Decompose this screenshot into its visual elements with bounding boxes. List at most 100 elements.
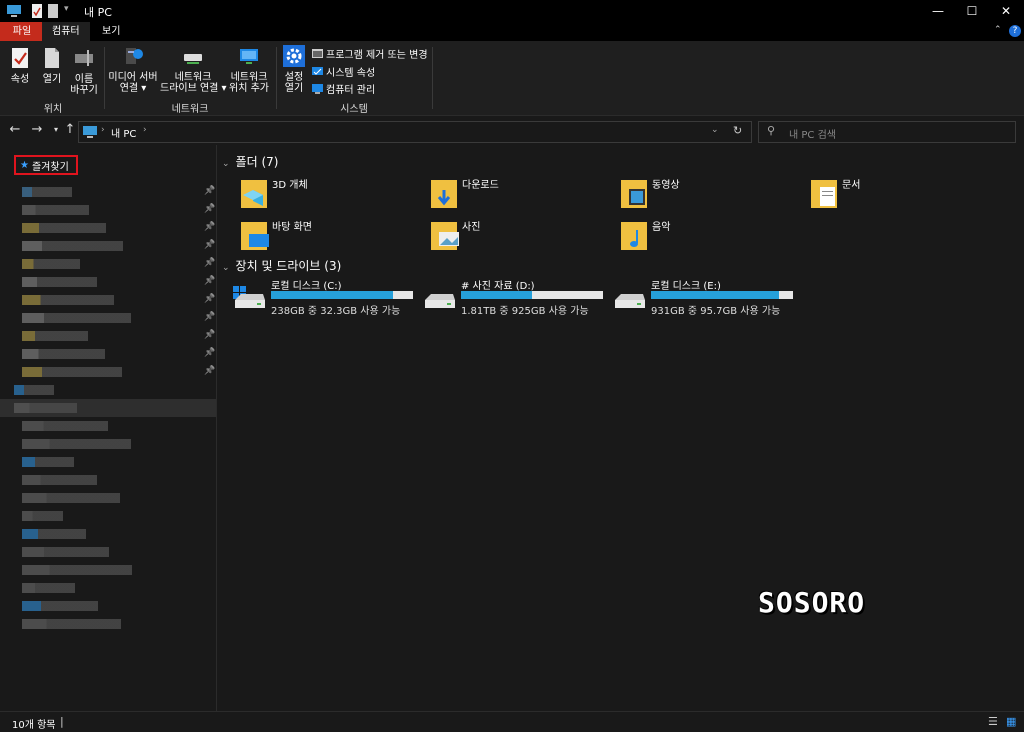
address-dropdown-icon[interactable]: ⌄ [711, 125, 719, 135]
blurred-item [22, 331, 88, 341]
folder-pictures[interactable]: 사진 [427, 218, 612, 256]
nav-pinned-item[interactable]: 📌 [0, 345, 216, 363]
details-view-icon[interactable]: ☰ [988, 715, 998, 728]
folders-header: 폴더 (7) [235, 155, 279, 169]
media-server-button[interactable]: 미디어 서버 연결 ▾ [108, 45, 158, 94]
breadcrumb-chevron[interactable]: › [143, 125, 147, 135]
properties-button[interactable]: 속성 [6, 47, 34, 85]
nav-pinned-item[interactable]: 📌 [0, 237, 216, 255]
nav-tree-item[interactable] [0, 597, 216, 615]
nav-pinned-item[interactable]: 📌 [0, 309, 216, 327]
pin-icon[interactable]: 📌 [204, 222, 215, 232]
network-location-icon [240, 49, 258, 64]
address-bar[interactable]: › 내 PC › ⌄ ↻ [78, 121, 752, 143]
map-network-drive-button[interactable]: 네트워크 드라이브 연결 ▾ [160, 45, 227, 94]
drive-item[interactable]: # 사진 자료 (D:) 1.81TB 중 925GB 사용 가능 [423, 278, 613, 317]
nav-tree-item[interactable] [0, 489, 216, 507]
pin-icon[interactable]: 📌 [204, 258, 215, 268]
nav-pinned-item[interactable]: 📌 [0, 273, 216, 291]
up-button[interactable]: ↑ [63, 122, 77, 137]
folder-downloads[interactable]: 다운로드 [427, 176, 612, 214]
nav-tree-item[interactable] [0, 615, 216, 633]
nav-tree-item[interactable] [0, 507, 216, 525]
nav-pinned-item[interactable]: 📌 [0, 183, 216, 201]
refresh-icon[interactable]: ↻ [733, 124, 742, 137]
group-divider [432, 47, 433, 109]
nav-pinned-item[interactable]: 📌 [0, 255, 216, 273]
quick-access-favorites[interactable]: ★ 즐겨찾기 [14, 155, 78, 175]
pin-icon[interactable]: 📌 [204, 186, 215, 196]
address-toolbar: ← → ▾ ↑ › 내 PC › ⌄ ↻ ⚲ 내 PC 검색 [0, 116, 1024, 144]
nav-tree-item[interactable] [0, 417, 216, 435]
folder-label: 사진 [462, 222, 481, 233]
folder-3d-objects[interactable]: 3D 개체 [237, 176, 422, 214]
nav-tree-item[interactable] [0, 399, 216, 417]
nav-tree-item[interactable] [0, 471, 216, 489]
nav-tree-item[interactable] [0, 579, 216, 597]
drive-item[interactable]: 로컬 디스크 (C:) 238GB 중 32.3GB 사용 가능 [233, 278, 423, 317]
add-network-location-button[interactable]: 네트워크 위치 추가 [228, 45, 270, 94]
large-icons-view-icon[interactable]: ▦ [1006, 715, 1016, 728]
pin-icon[interactable]: 📌 [204, 294, 215, 304]
drive-item[interactable]: 로컬 디스크 (E:) 931GB 중 95.7GB 사용 가능 [613, 278, 803, 317]
properties-quick-icon[interactable] [32, 4, 42, 18]
help-icon[interactable]: ? [1009, 25, 1021, 37]
nav-pinned-item[interactable]: 📌 [0, 291, 216, 309]
nav-pinned-item[interactable]: 📌 [0, 219, 216, 237]
computer-management-button[interactable]: 컴퓨터 관리 [312, 81, 375, 96]
new-folder-quick-icon[interactable] [48, 4, 58, 18]
folder-music[interactable]: 음악 [617, 218, 802, 256]
folders-section-header[interactable]: ⌄ 폴더 (7) [222, 153, 278, 170]
uninstall-program-button[interactable]: 프로그램 제거 또는 변경 [312, 46, 428, 61]
customize-quick-access-icon[interactable]: ▾ [64, 4, 69, 18]
tab-file[interactable]: 파일 [0, 22, 44, 41]
folder-documents[interactable]: 문서 [807, 176, 992, 214]
blurred-item [22, 313, 131, 323]
nav-pinned-item[interactable]: 📌 [0, 201, 216, 219]
nav-tree-item[interactable] [0, 453, 216, 471]
collapse-ribbon-icon[interactable]: ⌃ [994, 25, 1002, 35]
nav-tree-item[interactable] [0, 381, 216, 399]
nav-tree-item[interactable] [0, 435, 216, 453]
back-button[interactable]: ← [8, 122, 22, 137]
blurred-item [14, 403, 77, 413]
folder-desktop[interactable]: 바탕 화면 [237, 218, 422, 256]
recent-locations-button[interactable]: ▾ [49, 125, 63, 134]
system-properties-button[interactable]: 시스템 속성 [312, 64, 375, 79]
search-placeholder[interactable]: 내 PC 검색 [789, 126, 836, 141]
open-button[interactable]: 열기 [38, 47, 66, 85]
hard-drive-icon [615, 294, 645, 308]
nav-pinned-item[interactable]: 📌 [0, 327, 216, 345]
tab-computer[interactable]: 컴퓨터 [42, 22, 90, 41]
pin-icon[interactable]: 📌 [204, 312, 215, 322]
rename-button[interactable]: 이름 바꾸기 [68, 47, 100, 96]
uninstall-icon [312, 48, 323, 58]
group-divider [104, 47, 105, 109]
breadcrumb-this-pc[interactable]: 내 PC [111, 125, 136, 140]
nav-tree-item[interactable] [0, 525, 216, 543]
pin-icon[interactable]: 📌 [204, 276, 215, 286]
search-box[interactable]: ⚲ 내 PC 검색 [758, 121, 1016, 143]
pin-icon[interactable]: 📌 [204, 240, 215, 250]
nav-pinned-item[interactable]: 📌 [0, 363, 216, 381]
minimize-button[interactable]: — [921, 0, 955, 22]
nav-tree-item[interactable] [0, 561, 216, 579]
open-settings-button[interactable]: 설정 열기 [280, 45, 308, 94]
pin-icon[interactable]: 📌 [204, 204, 215, 214]
drives-section-header[interactable]: ⌄ 장치 및 드라이브 (3) [222, 257, 341, 274]
status-separator: | [60, 715, 64, 728]
maximize-button[interactable]: ☐ [955, 0, 989, 22]
blurred-item [22, 259, 80, 269]
close-button[interactable]: ✕ [989, 0, 1023, 22]
hard-drive-icon [425, 294, 455, 308]
blurred-item [22, 529, 86, 539]
title-bar: ▾ 내 PC — ☐ ✕ [0, 0, 1024, 22]
pin-icon[interactable]: 📌 [204, 366, 215, 376]
folder-icon [621, 222, 647, 250]
folder-videos[interactable]: 동영상 [617, 176, 802, 214]
forward-button[interactable]: → [30, 122, 44, 137]
pin-icon[interactable]: 📌 [204, 348, 215, 358]
pin-icon[interactable]: 📌 [204, 330, 215, 340]
tab-view[interactable]: 보기 [92, 22, 130, 41]
nav-tree-item[interactable] [0, 543, 216, 561]
